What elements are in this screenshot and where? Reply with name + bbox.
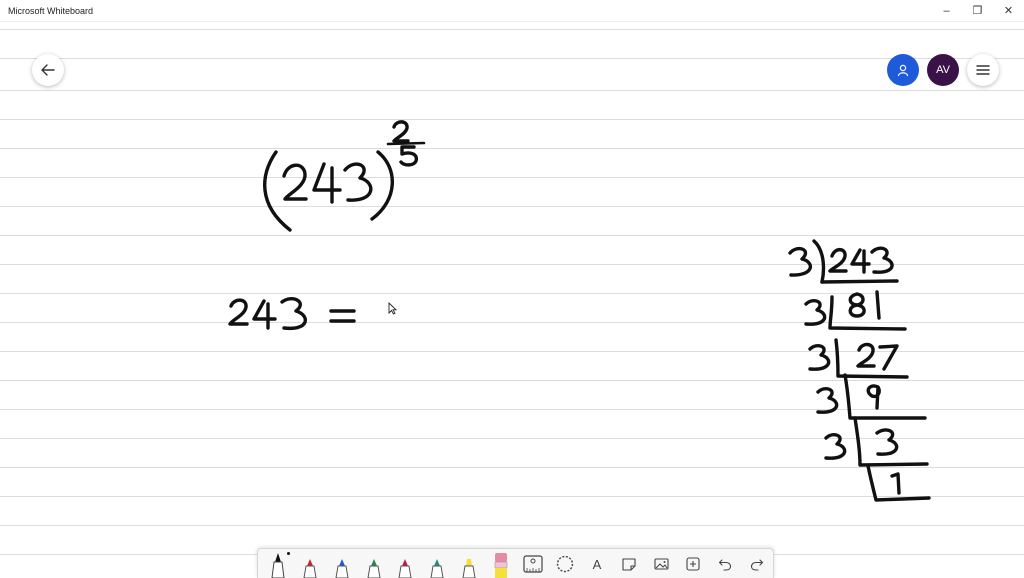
arrow-left-icon — [41, 64, 55, 76]
minimize-button[interactable]: – — [931, 0, 962, 22]
pen-icon — [335, 559, 349, 578]
pen-blue-tool[interactable] — [326, 550, 358, 578]
menu-button[interactable] — [967, 54, 999, 86]
sticky-note-tool[interactable] — [613, 550, 645, 578]
add-icon — [686, 557, 700, 571]
pen-icon — [303, 559, 317, 578]
undo-tool[interactable] — [709, 550, 741, 578]
hamburger-icon — [976, 65, 990, 75]
mouse-cursor-icon — [388, 302, 397, 315]
user-avatar-button[interactable]: AV — [927, 54, 959, 86]
ink-toolbar: A — [257, 548, 774, 578]
share-button[interactable] — [887, 54, 919, 86]
lasso-tool[interactable] — [549, 550, 581, 578]
ruler-tool[interactable] — [517, 550, 549, 578]
ruler-icon — [523, 555, 543, 573]
text-icon: A — [592, 556, 602, 572]
pen-magenta-tool[interactable] — [390, 550, 422, 578]
pen-icon — [367, 559, 381, 578]
redo-tool[interactable] — [741, 550, 773, 578]
back-button[interactable] — [32, 54, 64, 86]
pen-black-tool[interactable] — [262, 550, 294, 578]
image-icon — [653, 558, 669, 570]
pen-red-tool[interactable] — [294, 550, 326, 578]
sticky-note-icon — [622, 558, 636, 571]
title-bar: Microsoft Whiteboard – ❐ ✕ — [0, 0, 1024, 22]
pen-icon — [398, 559, 412, 578]
maximize-button[interactable]: ❐ — [962, 0, 993, 22]
whiteboard-canvas[interactable] — [0, 22, 1024, 576]
insert-tool[interactable] — [677, 550, 709, 578]
pen-teal-tool[interactable] — [421, 550, 453, 578]
image-tool[interactable] — [645, 550, 677, 578]
text-tool[interactable]: A — [581, 550, 613, 578]
pen-icon — [430, 559, 444, 578]
close-button[interactable]: ✕ — [993, 0, 1024, 22]
eraser-tool[interactable] — [485, 550, 517, 578]
app-title: Microsoft Whiteboard — [8, 5, 94, 16]
pen-green-tool[interactable] — [358, 550, 390, 578]
highlighter-tool[interactable] — [453, 550, 485, 578]
pen-icon — [271, 553, 285, 578]
eraser-icon — [494, 553, 508, 578]
undo-icon — [718, 559, 732, 571]
redo-icon — [750, 559, 764, 571]
lasso-icon — [556, 555, 574, 573]
person-icon — [897, 64, 909, 77]
highlighter-icon — [462, 559, 476, 578]
